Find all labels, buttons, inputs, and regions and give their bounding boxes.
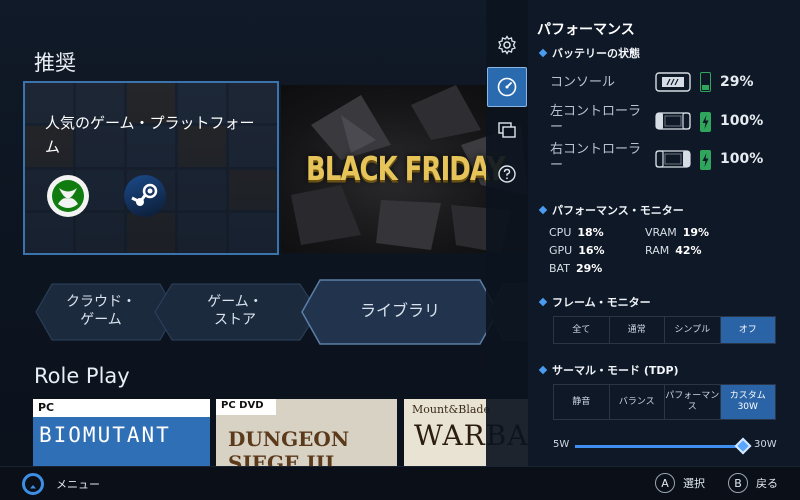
- frame-monitor-selector: 全て 通常 シンプル オフ: [553, 316, 776, 344]
- help-icon: [498, 165, 516, 183]
- battery-charging-icon: [700, 150, 711, 170]
- role-play-title: Role Play: [34, 364, 130, 388]
- help-button[interactable]: [487, 154, 527, 194]
- banner-text: BLACK FRIDAY: [306, 151, 505, 189]
- stat-gpu: GPU 16%: [549, 244, 605, 257]
- diamond-bullet-icon: [538, 297, 548, 307]
- xbox-logo-icon: [47, 175, 89, 217]
- stat-vram: VRAM 19%: [645, 226, 710, 239]
- settings-button[interactable]: [487, 25, 527, 65]
- diamond-bullet-icon: [538, 48, 548, 58]
- feature-card-platforms[interactable]: 人気のゲーム・プラットフォーム: [23, 81, 279, 255]
- game-cover-biomutant[interactable]: PC BIOMUTANT: [33, 399, 210, 466]
- battery-percent: 29%: [720, 74, 754, 90]
- frame-monitor-heading: フレーム・モニター: [538, 294, 651, 310]
- windows-button[interactable]: [487, 110, 527, 150]
- panel-title: パフォーマンス: [537, 22, 635, 38]
- device-name: 右コントローラー: [550, 142, 642, 173]
- battery-percent: 100%: [720, 151, 764, 167]
- hint-back: B 戻る: [728, 473, 778, 493]
- cover-title: DUNGEON SIEGE III: [228, 427, 350, 466]
- battery-row-console: コンソール 29%: [550, 72, 790, 107]
- battery-heading-label: バッテリーの状態: [552, 47, 640, 60]
- thermal-option-quiet[interactable]: 静音: [554, 385, 610, 419]
- nav-library[interactable]: ライブラリ: [300, 276, 500, 346]
- menu-label: メニュー: [56, 478, 100, 491]
- gear-icon: [498, 35, 516, 55]
- frame-option-off[interactable]: オフ: [720, 317, 775, 343]
- stat-ram: RAM 42%: [645, 244, 702, 257]
- cover-title: BIOMUTANT: [39, 423, 171, 447]
- device-name: コンソール: [550, 75, 616, 90]
- nav-library-label: ライブラリ: [359, 301, 440, 320]
- monitor-section-heading: パフォーマンス・モニター: [538, 202, 684, 218]
- controller-right-icon: [655, 150, 691, 168]
- performance-button[interactable]: [487, 67, 527, 107]
- battery-level-icon: [700, 72, 711, 92]
- feature-title: 人気のゲーム・プラットフォーム: [45, 114, 255, 156]
- diamond-bullet-icon: [538, 205, 548, 215]
- quick-settings-rail: [486, 0, 528, 466]
- device-name: 左コントローラー: [550, 104, 642, 135]
- frame-option-normal[interactable]: 通常: [610, 317, 665, 343]
- thermal-mode-heading: サーマル・モード (TDP): [538, 362, 679, 378]
- game-cover-dungeon-siege[interactable]: PC DVD DUNGEON SIEGE III: [216, 399, 397, 466]
- nav-cloud-gaming[interactable]: クラウド・ ゲーム: [36, 276, 166, 346]
- slider-thumb[interactable]: [734, 437, 752, 455]
- slider-fill: [575, 445, 743, 448]
- thermal-option-custom[interactable]: カスタム 30W: [720, 385, 775, 419]
- home-area: 推奨 人気のゲーム・プラットフォーム BLACK FRIDAY クラウド・ ゲー…: [0, 0, 528, 466]
- a-button-icon: A: [655, 473, 675, 493]
- battery-row-left-controller: 左コントローラー 100%: [550, 104, 790, 138]
- menu-button[interactable]: メニュー: [22, 472, 100, 496]
- nav-game-store-label: ゲーム・ ストア: [207, 294, 263, 328]
- cover-subtitle: Mount&Blade: [412, 403, 490, 416]
- thermal-option-performance[interactable]: パフォーマンス: [665, 385, 721, 419]
- thermal-option-balance[interactable]: バランス: [610, 385, 665, 419]
- slider-track[interactable]: [575, 437, 752, 455]
- speedometer-icon: [497, 77, 517, 97]
- battery-charging-icon: [700, 112, 711, 132]
- steam-logo-icon: [124, 175, 166, 217]
- battery-section-heading: バッテリーの状態: [538, 45, 640, 61]
- cover-platform-badge: PC DVD: [216, 399, 276, 415]
- home-nav: クラウド・ ゲーム ゲーム・ ストア ライブラリ: [0, 270, 528, 350]
- slider-min-label: 5W: [553, 439, 570, 450]
- hint-select: A 選択: [655, 473, 705, 493]
- hint-back-label: 戻る: [756, 477, 778, 490]
- windows-icon: [498, 122, 516, 138]
- monitor-heading-label: パフォーマンス・モニター: [552, 204, 684, 217]
- battery-percent: 100%: [720, 113, 764, 129]
- frame-monitor-heading-label: フレーム・モニター: [552, 296, 651, 309]
- performance-panel: パフォーマンス バッテリーの状態 コンソール 29% 左コントローラー 100%: [528, 0, 800, 466]
- frame-option-simple[interactable]: シンプル: [665, 317, 721, 343]
- frame-option-all[interactable]: 全て: [554, 317, 610, 343]
- nav-cloud-gaming-label: クラウド・ ゲーム: [66, 294, 136, 328]
- recommended-title: 推奨: [34, 51, 76, 75]
- hint-select-label: 選択: [683, 477, 705, 490]
- legion-logo-icon: [22, 473, 44, 495]
- stat-cpu: CPU 18%: [549, 226, 604, 239]
- diamond-bullet-icon: [538, 365, 548, 375]
- stat-bat: BAT 29%: [549, 262, 603, 275]
- controller-left-icon: [655, 112, 691, 130]
- cover-platform-badge: PC: [33, 399, 210, 417]
- nav-game-store[interactable]: ゲーム・ ストア: [160, 276, 310, 346]
- bottom-bar: メニュー A 選択 B 戻る: [0, 466, 800, 500]
- tdp-slider[interactable]: 5W 30W: [553, 437, 793, 455]
- b-button-icon: B: [728, 473, 748, 493]
- console-icon: [655, 72, 691, 92]
- battery-row-right-controller: 右コントローラー 100%: [550, 142, 790, 176]
- slider-max-label: 30W: [754, 439, 777, 450]
- thermal-mode-selector: 静音 バランス パフォーマンス カスタム 30W: [553, 384, 776, 420]
- thermal-mode-heading-label: サーマル・モード (TDP): [552, 364, 679, 377]
